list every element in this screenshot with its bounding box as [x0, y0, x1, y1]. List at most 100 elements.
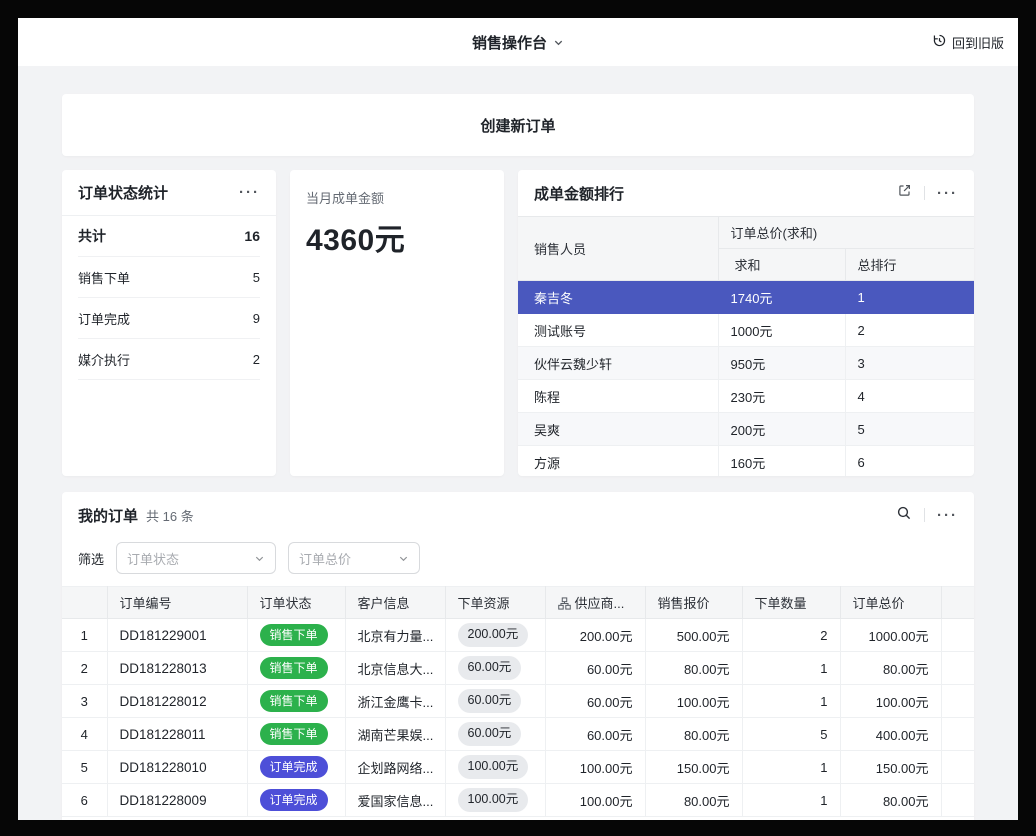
resource-tag: 200.00元 [458, 623, 529, 647]
order-status-filter[interactable]: 订单状态 [116, 542, 276, 574]
orders-column-header[interactable]: 订单状态 [247, 587, 345, 619]
ranking-table-body: 秦吉冬1740元1测试账号1000元2伙伴云魏少轩950元3陈程230元4吴爽2… [518, 281, 974, 477]
order-index-cell: 1 [62, 619, 107, 652]
order-row[interactable]: 1DD181229001销售下单北京有力量...200.00元200.00元50… [62, 619, 974, 652]
ranking-row[interactable]: 测试账号1000元2 [518, 314, 974, 347]
ranking-name-cell: 方源 [518, 446, 718, 477]
customer-cell: 爱国家信息... [345, 784, 445, 817]
status-row[interactable]: 媒介执行2 [78, 339, 260, 380]
status-row-value: 16 [244, 228, 260, 244]
supplier-price-cell: 100.00元 [545, 784, 645, 817]
status-row-label: 共计 [78, 226, 106, 246]
ranking-row[interactable]: 方源160元6 [518, 446, 974, 477]
back-to-old-button[interactable]: 回到旧版 [932, 18, 1004, 66]
ranking-name-cell: 秦吉冬 [518, 281, 718, 314]
resource-tag: 60.00元 [458, 722, 522, 746]
order-index-cell: 3 [62, 685, 107, 718]
orders-count: 共 16 条 [146, 506, 194, 525]
orders-column-header[interactable]: 订单总价 [840, 587, 941, 619]
resource-cell: 100.00元 [445, 784, 545, 817]
status-row-label: 销售下单 [78, 268, 130, 287]
status-row[interactable]: 订单完成9 [78, 298, 260, 339]
resource-cell: 60.00元 [445, 652, 545, 685]
status-row-value: 5 [253, 270, 260, 285]
orders-table-body: 1DD181229001销售下单北京有力量...200.00元200.00元50… [62, 619, 974, 817]
divider [924, 186, 925, 200]
monthly-amount-card: 当月成单金额 4360元 [290, 170, 504, 476]
search-icon[interactable] [896, 505, 912, 526]
app-window: 销售操作台 回到旧版 创建新订单 订单状态统计 ··· 共计16销售下单5订单完… [18, 18, 1018, 820]
order-status-cell: 销售下单 [247, 652, 345, 685]
back-to-old-label: 回到旧版 [952, 33, 1004, 52]
ranking-rank-cell: 6 [845, 446, 974, 477]
orders-column-header[interactable]: 下单资源 [445, 587, 545, 619]
status-row[interactable]: 共计 16 [78, 216, 260, 257]
more-menu-icon[interactable]: ··· [239, 185, 260, 200]
status-row-value: 9 [253, 311, 260, 326]
export-icon[interactable] [897, 183, 912, 203]
create-order-button[interactable]: 创建新订单 [62, 94, 974, 156]
order-index-cell: 2 [62, 652, 107, 685]
ranking-row[interactable]: 吴爽200元5 [518, 413, 974, 446]
customer-cell: 企划路网络... [345, 751, 445, 784]
order-index-cell: 6 [62, 784, 107, 817]
status-pill: 销售下单 [260, 723, 328, 746]
orders-column-label: 订单状态 [260, 596, 312, 611]
order-status-card-title: 订单状态统计 [78, 182, 168, 203]
quantity-cell: 2 [742, 619, 840, 652]
ranking-row[interactable]: 陈程230元4 [518, 380, 974, 413]
order-row[interactable]: 6DD181228009订单完成爱国家信息...100.00元100.00元80… [62, 784, 974, 817]
order-status-filter-placeholder: 订单状态 [127, 549, 179, 568]
trailing-cell [941, 784, 974, 817]
ranking-sum-cell: 160元 [718, 446, 845, 477]
order-row[interactable]: 5DD181228010订单完成企划路网络...100.00元100.00元15… [62, 751, 974, 784]
resource-cell: 60.00元 [445, 718, 545, 751]
more-menu-icon[interactable]: ··· [937, 186, 958, 201]
ranking-column-person: 销售人员 [518, 217, 718, 281]
order-no-cell: DD181228009 [107, 784, 247, 817]
stats-row: 订单状态统计 ··· 共计 16 销售下单 5 订单完成9媒介执行2 当月成单金额 43… [62, 170, 974, 476]
customer-cell: 湖南芒果娱... [345, 718, 445, 751]
orders-table: 订单编号订单状态 客户信息下单资源 供应商... 销售报价下单数量订单总价 1 DD18… [62, 586, 974, 817]
status-pill: 销售下单 [260, 690, 328, 713]
order-row[interactable]: 2DD181228013销售下单北京信息大...60.00元60.00元80.0… [62, 652, 974, 685]
ranking-name-cell: 吴爽 [518, 413, 718, 446]
orders-column-header[interactable]: 下单数量 [742, 587, 840, 619]
order-status-cell: 销售下单 [247, 619, 345, 652]
order-row[interactable]: 4DD181228011销售下单湖南芒果娱...60.00元60.00元80.0… [62, 718, 974, 751]
ranking-row[interactable]: 秦吉冬1740元1 [518, 281, 974, 314]
order-total-cell: 400.00元 [840, 718, 941, 751]
ranking-name-cell: 伙伴云魏少轩 [518, 347, 718, 380]
trailing-cell [941, 718, 974, 751]
supplier-price-cell: 100.00元 [545, 751, 645, 784]
more-menu-icon[interactable]: ··· [937, 508, 958, 523]
orders-column-header[interactable]: 客户信息 [345, 587, 445, 619]
ranking-sum-cell: 1000元 [718, 314, 845, 347]
resource-cell: 200.00元 [445, 619, 545, 652]
order-row[interactable]: 3DD181228012销售下单浙江金鹰卡...60.00元60.00元100.… [62, 685, 974, 718]
status-row[interactable]: 销售下单 5 [78, 257, 260, 298]
page-title-dropdown[interactable]: 销售操作台 [472, 18, 564, 66]
customer-cell: 北京有力量... [345, 619, 445, 652]
trailing-cell [941, 751, 974, 784]
ranking-row[interactable]: 伙伴云魏少轩950元3 [518, 347, 974, 380]
orders-column-header[interactable]: 销售报价 [645, 587, 742, 619]
page-title: 销售操作台 [472, 32, 547, 53]
supplier-price-cell: 60.00元 [545, 718, 645, 751]
orders-column-label: 下单资源 [458, 596, 510, 611]
order-status-cell: 销售下单 [247, 718, 345, 751]
orders-column-label: 供应商... [575, 596, 625, 611]
order-status-card: 订单状态统计 ··· 共计 16 销售下单 5 订单完成9媒介执行2 [62, 170, 276, 476]
ranking-card: 成单金额排行 ··· 销售人员 订单总价(求和) [518, 170, 974, 476]
status-list: 共计 16 销售下单 5 订单完成9媒介执行2 [62, 216, 276, 380]
sales-quote-cell: 500.00元 [645, 619, 742, 652]
orders-column-header[interactable]: 供应商... [545, 587, 645, 619]
status-row-label: 媒介执行 [78, 350, 130, 369]
orders-column-header-blank [62, 587, 107, 619]
sales-quote-cell: 80.00元 [645, 784, 742, 817]
order-total-filter[interactable]: 订单总价 [288, 542, 420, 574]
orders-column-header[interactable]: 订单编号 [107, 587, 247, 619]
ranking-card-title: 成单金额排行 [534, 183, 624, 204]
order-total-cell: 80.00元 [840, 784, 941, 817]
status-pill: 订单完成 [260, 756, 328, 779]
